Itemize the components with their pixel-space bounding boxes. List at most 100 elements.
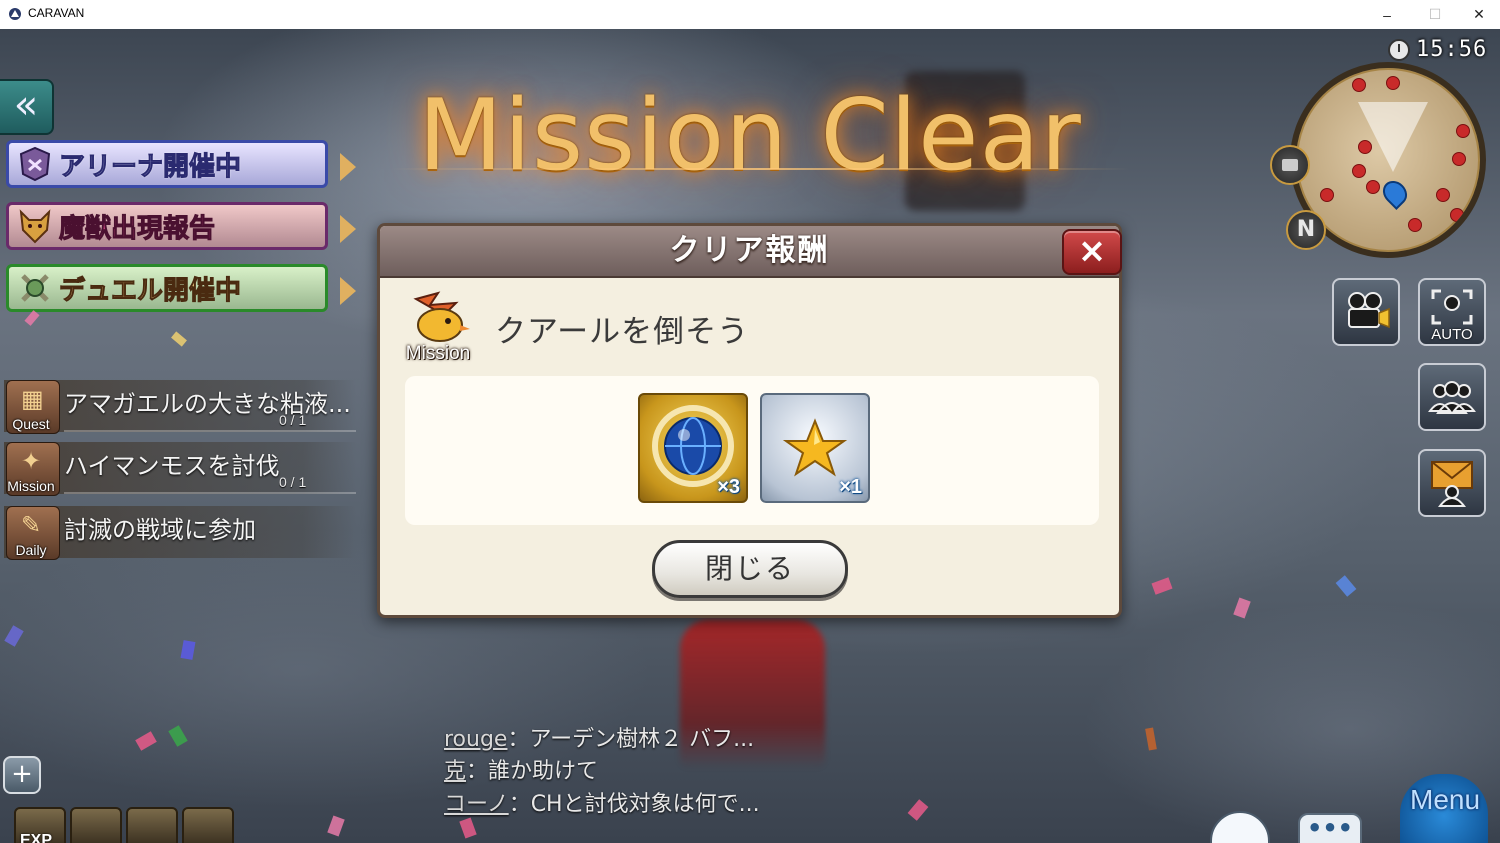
camera-button[interactable] — [1332, 278, 1400, 346]
map-marker — [1320, 188, 1334, 202]
mission-row[interactable]: ✦ Mission ハイマンモスを討伐 0 / 1 — [4, 442, 356, 496]
maximize-button[interactable]: ☐ — [1412, 0, 1458, 29]
chat-text: ：誰か助けて — [466, 759, 599, 784]
emote-button[interactable] — [1210, 811, 1270, 843]
confetti — [171, 331, 187, 347]
arena-banner[interactable]: アリーナ開催中 — [6, 140, 328, 188]
confetti — [180, 640, 196, 660]
reward-quantity: ×1 — [839, 476, 862, 498]
quest-divider — [64, 430, 356, 432]
beast-banner[interactable]: 魔獣出現報告 — [6, 202, 328, 250]
map-marker — [1450, 208, 1464, 222]
confetti — [168, 725, 188, 747]
chat-message: rouge：アーデン樹林２ バフ... — [444, 721, 754, 753]
exp-label: EXP — [20, 832, 53, 843]
mail-icon — [1431, 461, 1473, 507]
mission-tag: Mission — [7, 478, 55, 494]
confetti — [4, 625, 24, 647]
chat-username[interactable]: コーノ — [444, 792, 509, 817]
chat-username[interactable]: rouge — [444, 727, 507, 752]
duel-arrow-icon[interactable] — [340, 277, 356, 305]
map-marker — [1352, 164, 1366, 178]
map-marker — [1366, 180, 1380, 194]
map-marker — [1408, 218, 1422, 232]
north-label: N — [1296, 217, 1316, 242]
arena-banner-label: アリーナ開催中 — [58, 151, 242, 182]
close-window-button[interactable]: ✕ — [1456, 0, 1500, 29]
party-icon — [1428, 381, 1476, 414]
confetti — [907, 799, 929, 821]
video-camera-icon — [1348, 292, 1390, 329]
title-underline — [390, 168, 1130, 170]
chat-message: コーノ：CHと討伐対象は何で... — [444, 786, 760, 818]
mail-button[interactable] — [1418, 449, 1486, 517]
auto-button[interactable]: AUTO — [1418, 278, 1486, 346]
game-viewport: Mission Clear « アリーナ開催中 魔獣出現報告 デュエル開催中 ▦… — [0, 29, 1500, 843]
beast-arrow-icon[interactable] — [340, 215, 356, 243]
clear-reward-dialog: クリア報酬 × Mission クアールを倒そう ×3 ×1 閉じる — [377, 223, 1122, 618]
daily-tag: Daily — [15, 542, 47, 558]
clock: 15:56 — [1388, 37, 1487, 62]
confetti — [24, 310, 40, 326]
map-marker — [1358, 140, 1372, 154]
quest-tag: Quest — [12, 416, 50, 432]
clock-time: 15:56 — [1416, 37, 1488, 62]
dialog-title: クリア報酬 — [669, 233, 830, 268]
mission-bird-icon — [413, 291, 470, 342]
map-north-button[interactable]: N — [1286, 210, 1326, 250]
mission-badge: Mission — [398, 289, 478, 365]
quest-progress: 0 / 1 — [279, 412, 307, 428]
daily-title: 討滅の戦域に参加 — [64, 516, 256, 544]
map-marker — [1386, 76, 1400, 90]
auto-label: AUTO — [1431, 326, 1473, 343]
window-title: CARAVAN — [28, 6, 85, 20]
quest-row[interactable]: ▦ Quest アマガエルの大きな粘液... 0 / 1 — [4, 380, 356, 434]
add-shortcut-button[interactable]: + — [3, 756, 41, 794]
clock-icon — [1388, 38, 1410, 61]
chat-button[interactable]: ••• — [1298, 813, 1362, 843]
view-cone — [1358, 102, 1428, 172]
close-dialog-button[interactable]: 閉じる — [652, 540, 848, 598]
item-slot[interactable] — [70, 807, 122, 843]
confetti — [1151, 577, 1173, 595]
duel-icon — [15, 268, 55, 308]
mission-title: ハイマンモスを討伐 — [64, 452, 280, 480]
close-icon: × — [1077, 231, 1107, 271]
party-button[interactable] — [1418, 363, 1486, 431]
confetti — [459, 817, 477, 839]
arena-arrow-icon[interactable] — [340, 153, 356, 181]
back-button[interactable]: « — [0, 79, 54, 135]
item-slot[interactable] — [126, 807, 178, 843]
rewards-panel: ×3 ×1 — [405, 376, 1099, 525]
map-toggle-icon — [1282, 159, 1298, 171]
mission-badge-label: Mission — [405, 343, 471, 364]
mission-progress: 0 / 1 — [279, 474, 307, 490]
map-marker — [1456, 124, 1470, 138]
item-slot[interactable] — [182, 807, 234, 843]
map-marker — [1352, 78, 1366, 92]
daily-row[interactable]: ✎ Daily 討滅の戦域に参加 — [4, 506, 356, 560]
confetti — [1335, 575, 1357, 597]
duel-banner[interactable]: デュエル開催中 — [6, 264, 328, 312]
app-icon — [9, 8, 21, 20]
menu-label: Menu — [1410, 784, 1481, 815]
dialog-header: クリア報酬 — [380, 226, 1119, 278]
reward-item[interactable]: ×1 — [760, 393, 870, 503]
reward-item[interactable]: ×3 — [638, 393, 748, 503]
player-position-icon — [1378, 176, 1412, 210]
confetti — [1233, 597, 1251, 619]
arena-icon — [15, 144, 55, 184]
mission-divider — [64, 492, 356, 494]
reward-quantity: ×3 — [717, 476, 740, 498]
beast-icon — [15, 206, 55, 246]
map-rotate-button[interactable] — [1270, 145, 1310, 185]
dialog-close-button[interactable]: × — [1062, 229, 1122, 275]
chat-username[interactable]: 克 — [444, 759, 466, 784]
duel-banner-label: デュエル開催中 — [58, 275, 242, 306]
beast-banner-label: 魔獣出現報告 — [58, 213, 216, 244]
confetti — [1145, 727, 1157, 751]
chat-text: ：CHと討伐対象は何で... — [508, 792, 760, 817]
mission-name: クアールを倒そう — [495, 314, 750, 350]
chat-message: 克：誰か助けて — [444, 753, 598, 785]
minimize-button[interactable]: – — [1364, 0, 1410, 29]
